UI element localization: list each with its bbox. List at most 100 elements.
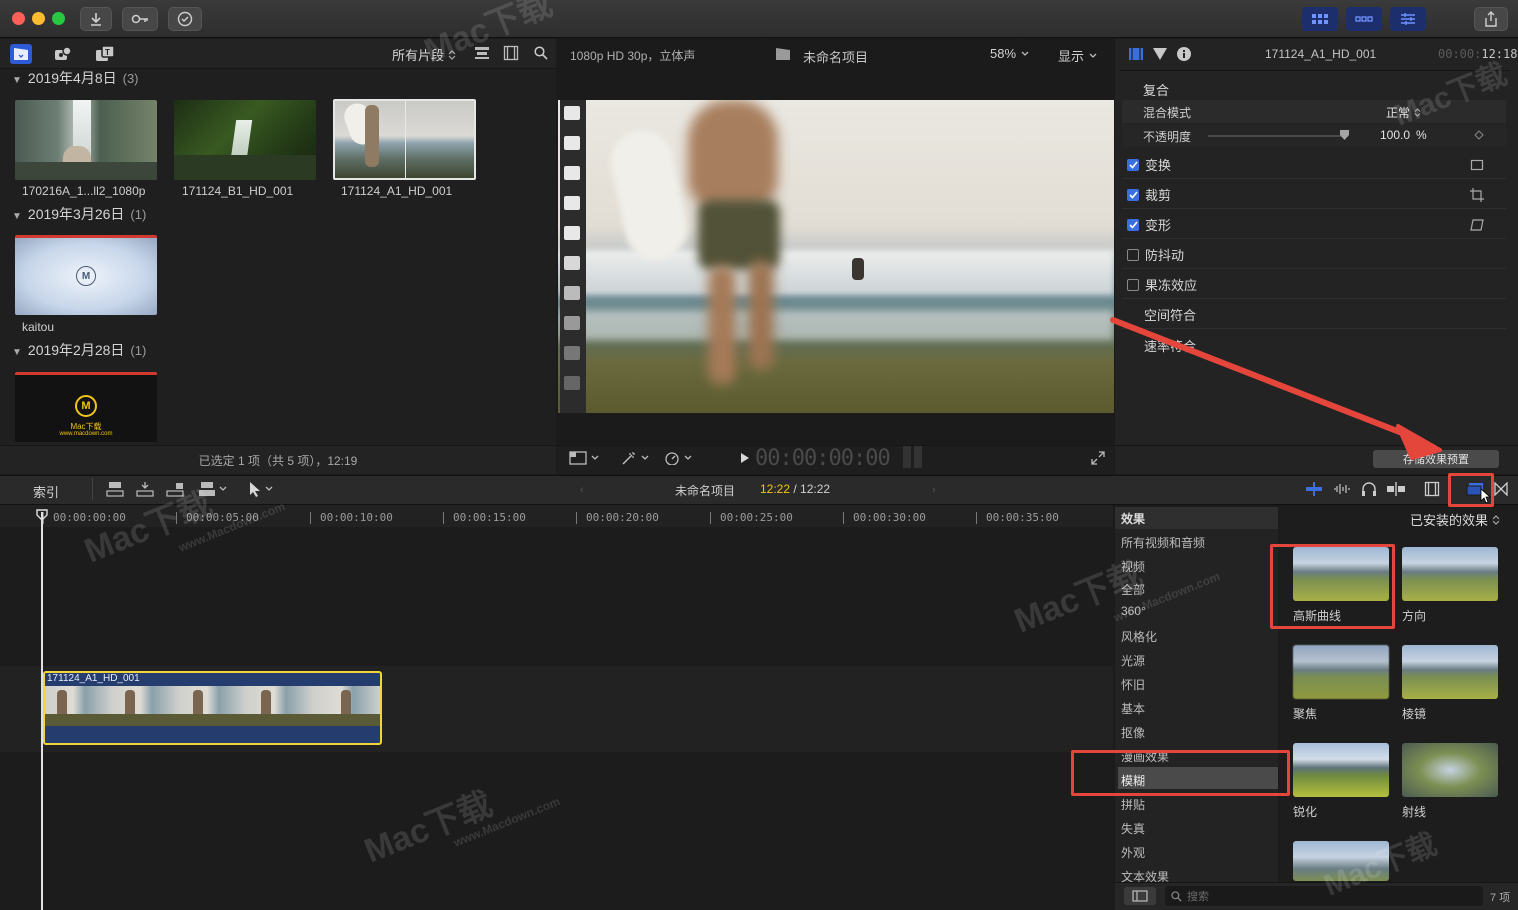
effects-category[interactable]: 全部 — [1121, 581, 1145, 598]
opacity-slider-knob[interactable] — [1340, 130, 1349, 140]
transform-onscreen-icon[interactable] — [1470, 159, 1484, 171]
effects-category[interactable]: 风格化 — [1121, 628, 1157, 645]
clip-appearance-toggle[interactable] — [1424, 481, 1440, 497]
effects-category[interactable]: 360° — [1121, 604, 1146, 618]
clip-thumbnail[interactable]: M Mac下载 www.macdown.com — [15, 372, 157, 442]
show-inspector-button[interactable] — [1390, 7, 1426, 31]
keyword-editor-button[interactable] — [122, 7, 158, 31]
clip-thumbnail[interactable] — [174, 100, 316, 180]
effect-thumbnail[interactable] — [1402, 547, 1498, 601]
crop-checkbox[interactable] — [1127, 188, 1139, 201]
effect-thumbnail[interactable] — [1293, 743, 1389, 797]
distort-checkbox[interactable] — [1127, 218, 1139, 231]
effects-category[interactable]: 拼贴 — [1121, 796, 1145, 813]
import-button[interactable] — [80, 7, 112, 31]
effects-search-field[interactable]: 搜索 — [1165, 886, 1483, 906]
play-button[interactable] — [740, 452, 750, 464]
show-timeline-button[interactable] — [1346, 7, 1382, 31]
rate-conform-section[interactable]: 速率符合 — [1122, 331, 1506, 359]
clip-thumbnail[interactable]: M — [15, 235, 157, 315]
crop-section[interactable]: 裁剪 — [1122, 181, 1506, 209]
tools-dropdown[interactable] — [248, 481, 273, 497]
effect-thumbnail[interactable] — [1293, 841, 1389, 881]
show-browser-button[interactable] — [1302, 7, 1338, 31]
audio-skimming-button[interactable] — [1333, 482, 1351, 496]
effects-category[interactable]: 外观 — [1121, 844, 1145, 861]
opacity-value-field[interactable]: 100.0% — [1380, 128, 1427, 142]
info-inspector-tab[interactable] — [1176, 46, 1192, 62]
transform-checkbox[interactable] — [1127, 158, 1139, 171]
retime-button[interactable] — [664, 451, 692, 465]
append-clip-button[interactable] — [166, 481, 184, 497]
effect-thumbnail[interactable] — [1402, 645, 1498, 699]
history-forward-icon[interactable]: › — [932, 484, 936, 496]
rolling-shutter-checkbox[interactable] — [1127, 278, 1139, 291]
clip-thumbnail[interactable] — [15, 100, 157, 180]
transform-tools-button[interactable] — [621, 451, 649, 465]
solo-button[interactable] — [1361, 481, 1377, 497]
overwrite-clip-button[interactable] — [198, 481, 227, 497]
view-options-button[interactable] — [569, 451, 599, 465]
crop-onscreen-icon[interactable] — [1470, 187, 1484, 202]
background-tasks-button[interactable] — [168, 7, 202, 31]
close-window-button[interactable] — [12, 12, 25, 25]
zoom-dropdown[interactable]: 58% — [990, 46, 1029, 61]
disclosure-triangle-icon[interactable]: ▼ — [12, 211, 22, 222]
save-effects-preset-button[interactable]: 存储效果预置 — [1373, 450, 1499, 468]
minimize-window-button[interactable] — [32, 12, 45, 25]
share-button[interactable] — [1474, 7, 1508, 31]
playhead-handle[interactable] — [36, 509, 48, 521]
list-view-button[interactable] — [503, 45, 519, 61]
toggle-sidebar-button[interactable] — [1124, 887, 1156, 905]
installed-effects-dropdown[interactable]: 已安装的效果 — [1410, 510, 1500, 529]
video-inspector-tab[interactable] — [1128, 47, 1144, 61]
connect-clip-button[interactable] — [106, 481, 124, 497]
event-header[interactable]: ▼ 2019年4月8日 (3) — [12, 68, 139, 88]
clip-thumbnail-selected[interactable] — [333, 99, 476, 180]
browser-search-button[interactable] — [534, 46, 548, 60]
spatial-conform-section[interactable]: 空间符合 — [1122, 301, 1506, 329]
clip-appearance-button[interactable] — [474, 46, 490, 60]
zoom-window-button[interactable] — [52, 12, 65, 25]
color-inspector-tab[interactable] — [1152, 47, 1168, 61]
effects-category[interactable]: 怀旧 — [1121, 676, 1145, 693]
insert-clip-button[interactable] — [136, 481, 154, 497]
effects-category[interactable]: 光源 — [1121, 652, 1145, 669]
stabilization-section[interactable]: 防抖动 — [1122, 241, 1506, 269]
keyframe-button[interactable] — [1474, 130, 1484, 140]
libraries-tab[interactable] — [10, 44, 32, 64]
event-header[interactable]: ▼ 2019年2月28日 (1) — [12, 340, 146, 360]
stabilization-checkbox[interactable] — [1127, 248, 1139, 261]
effects-header: 效果 — [1121, 512, 1146, 526]
clip-filter-dropdown[interactable]: 所有片段 — [392, 45, 456, 64]
fullscreen-button[interactable] — [1091, 451, 1105, 465]
snapping-button[interactable] — [1386, 482, 1406, 496]
effects-category[interactable]: 视频 — [1121, 558, 1145, 575]
blend-mode-dropdown[interactable]: 正常 — [1386, 104, 1421, 121]
history-back-icon[interactable]: ‹ — [580, 484, 584, 496]
transitions-browser-button[interactable] — [1494, 482, 1508, 496]
titles-generators-tab[interactable]: T — [94, 44, 116, 64]
timeline-clip[interactable]: 171124_A1_HD_001 — [43, 671, 382, 745]
distort-section[interactable]: 变形 — [1122, 211, 1506, 239]
display-dropdown[interactable]: 显示 — [1058, 46, 1097, 65]
timeline-ruler[interactable] — [0, 505, 1113, 527]
effect-thumbnail[interactable] — [1402, 743, 1498, 797]
distort-onscreen-icon[interactable] — [1470, 218, 1484, 231]
effects-category[interactable]: 抠像 — [1121, 724, 1145, 741]
effects-category[interactable]: 所有视频和音频 — [1121, 534, 1205, 551]
video-preview[interactable] — [558, 100, 1114, 413]
event-header[interactable]: ▼ 2019年3月26日 (1) — [12, 204, 146, 224]
effects-category[interactable]: 基本 — [1121, 700, 1145, 717]
rolling-shutter-section[interactable]: 果冻效应 — [1122, 271, 1506, 299]
effects-category[interactable]: 失真 — [1121, 820, 1145, 837]
event-date: 2019年2月28日 — [27, 342, 125, 358]
effect-thumbnail[interactable] — [1293, 645, 1389, 699]
timeline-index-button[interactable]: 索引 — [33, 482, 59, 501]
transform-section[interactable]: 变换 — [1122, 151, 1506, 179]
opacity-slider-track[interactable] — [1208, 135, 1348, 137]
disclosure-triangle-icon[interactable]: ▼ — [12, 75, 22, 86]
skimming-button[interactable] — [1305, 482, 1323, 496]
photos-audio-tab[interactable] — [52, 44, 74, 64]
disclosure-triangle-icon[interactable]: ▼ — [12, 347, 22, 358]
